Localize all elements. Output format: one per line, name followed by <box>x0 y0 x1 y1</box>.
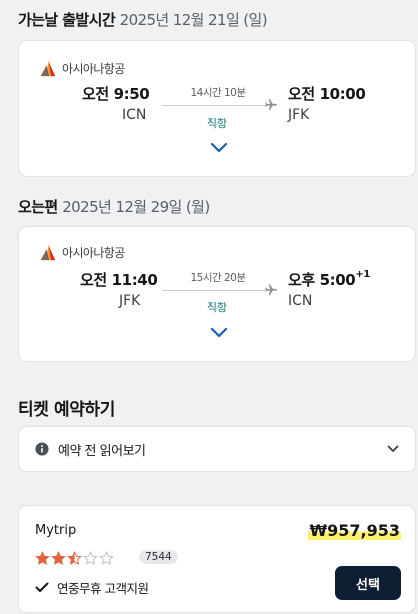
outbound-depart-time: 오전 9:50 <box>82 85 150 103</box>
inbound-flight-card[interactable]: 아시아나항공 오전 11:40 JFK 15시간 20분 직항 오후 5:00+… <box>18 226 416 362</box>
outbound-duration: 14시간 10분 <box>190 87 246 99</box>
chevron-down-icon[interactable] <box>210 327 228 338</box>
outbound-date: 2025년 12월 21일 (일) <box>119 11 268 29</box>
outbound-arrive-time: 오전 10:00 <box>288 85 366 103</box>
inbound-date: 2025년 12월 29일 (월) <box>62 198 210 216</box>
outbound-depart-airport: ICN <box>122 107 147 123</box>
chevron-down-icon[interactable] <box>210 142 228 153</box>
outbound-stops: 직항 <box>206 117 228 130</box>
outbound-airline: 아시아나항공 <box>39 60 125 77</box>
star-icon <box>67 551 82 565</box>
star-icon <box>99 551 114 565</box>
select-button[interactable]: 선택 <box>335 566 401 600</box>
rating-stars <box>35 551 114 566</box>
star-icon <box>35 551 50 565</box>
inbound-arrive-airport: ICN <box>288 293 313 309</box>
inbound-depart-airport: JFK <box>119 293 141 309</box>
inbound-arrive-time: 오후 5:00+1 <box>288 269 370 289</box>
read-before-booking-label: 예약 전 읽어보기 <box>58 443 146 459</box>
star-icon <box>83 551 98 565</box>
inbound-duration: 15시간 20분 <box>190 272 246 284</box>
plane-icon <box>265 99 277 111</box>
outbound-route-line <box>162 105 265 106</box>
outbound-arrive-airport: JFK <box>288 107 310 123</box>
info-icon <box>35 442 49 456</box>
asiana-logo-icon <box>40 60 56 77</box>
plane-icon <box>265 284 277 296</box>
booking-title: 티켓 예약하기 <box>18 400 115 420</box>
inbound-depart-time: 오전 11:40 <box>80 271 158 289</box>
provider-name: Mytrip <box>35 523 77 538</box>
inbound-section-title: 오는편 2025년 12월 29일 (월) <box>18 198 210 216</box>
day-offset-badge: +1 <box>355 269 370 280</box>
support-feature-label: 연중무휴 고객지원 <box>57 581 149 596</box>
outbound-section-title: 가는날 출발시간 2025년 12월 21일 (일) <box>18 11 268 29</box>
offer-card: Mytrip ₩957,953 7544 연중무휴 고객지원 선택 <box>18 505 416 613</box>
inbound-route-line <box>162 290 265 291</box>
asiana-logo-icon <box>40 244 56 261</box>
offer-price: ₩957,953 <box>308 521 401 540</box>
inbound-airline: 아시아나항공 <box>39 244 125 261</box>
support-feature: 연중무휴 고객지원 <box>35 578 149 597</box>
star-icon <box>51 551 66 565</box>
review-count-badge: 7544 <box>139 550 178 564</box>
outbound-flight-card[interactable]: 아시아나항공 오전 9:50 ICN 14시간 10분 직항 오전 10:00 … <box>18 40 416 177</box>
chevron-down-icon <box>387 445 399 452</box>
inbound-stops: 직항 <box>206 301 228 314</box>
read-before-booking-accordion[interactable]: 예약 전 읽어보기 <box>18 426 416 472</box>
check-icon <box>35 582 49 592</box>
